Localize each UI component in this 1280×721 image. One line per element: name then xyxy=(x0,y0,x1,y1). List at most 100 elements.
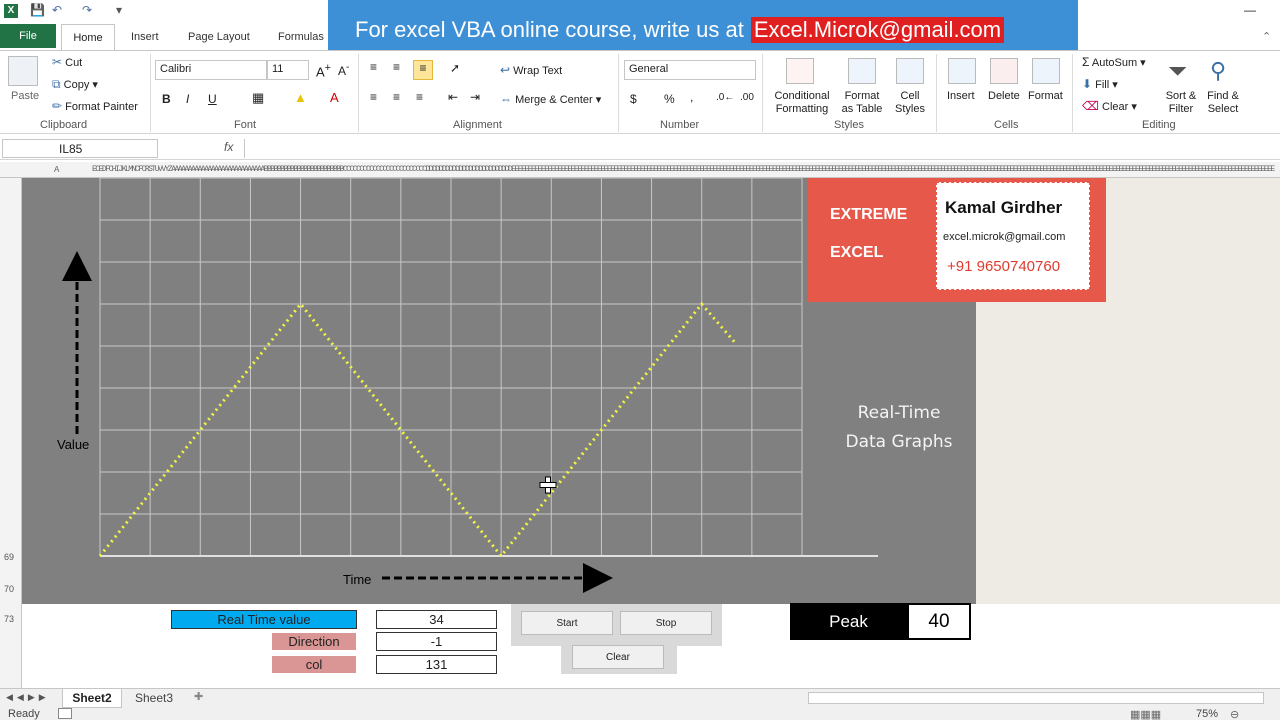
increase-indent-icon[interactable]: ⇥ xyxy=(470,90,480,104)
delete-cells-button[interactable]: Delete xyxy=(988,90,1020,102)
find-select-button[interactable]: Find & Select xyxy=(1202,90,1244,116)
cell-styles-button[interactable]: Cell Styles xyxy=(890,90,930,116)
wrap-text-button[interactable]: ↩ Wrap Text xyxy=(500,63,562,77)
fill-label: Fill xyxy=(1095,79,1110,91)
undo-icon[interactable]: ↶ xyxy=(52,3,62,17)
percent-button[interactable]: % xyxy=(664,92,675,106)
caption-line-1: Real-Time xyxy=(858,403,941,423)
comma-button[interactable]: , xyxy=(690,90,693,104)
grow-font-icon[interactable]: A+ xyxy=(316,62,331,79)
cell-styles-icon xyxy=(896,58,924,84)
column-a-header[interactable]: A xyxy=(54,165,59,175)
status-ready: Ready xyxy=(8,708,40,720)
value-axis-label: Value xyxy=(57,437,89,452)
insert-cells-button[interactable]: Insert xyxy=(947,90,975,102)
fill-down-icon: ⬇ xyxy=(1082,77,1093,91)
divider xyxy=(358,54,359,132)
column-headers-compressed[interactable]: ECEDFCHIJKLMNCFCRSTUVVYZAAAAAAAAAAAAAAAA… xyxy=(92,165,1275,174)
align-right-icon[interactable]: ≡ xyxy=(416,90,423,104)
paste-button[interactable]: Paste xyxy=(11,90,39,102)
sheet-tab-bar: ◀◀▶▶ Sheet2 Sheet3 ✚ xyxy=(0,688,1280,708)
align-center-icon[interactable]: ≡ xyxy=(393,90,400,104)
redo-icon[interactable]: ↷ xyxy=(82,3,92,17)
macro-record-icon[interactable] xyxy=(58,708,72,719)
format-painter-label: Format Painter xyxy=(65,101,138,113)
sort-filter-icon: ⏷ xyxy=(1168,58,1188,85)
underline-button[interactable]: U xyxy=(208,92,217,106)
format-painter-button[interactable]: ✏ Format Painter xyxy=(52,99,138,113)
wrap-icon: ↩ xyxy=(500,63,511,77)
cut-button[interactable]: ✂ Cut xyxy=(52,55,82,69)
align-top-icon[interactable]: ≡ xyxy=(370,60,377,74)
cut-label: Cut xyxy=(65,57,83,69)
format-as-table-button[interactable]: Format as Table xyxy=(838,90,886,116)
row-70-header[interactable]: 70 xyxy=(4,584,14,594)
decrease-decimal-icon[interactable]: .00 xyxy=(740,92,754,103)
copy-label: Copy xyxy=(63,79,90,91)
direction-value-cell[interactable]: -1 xyxy=(376,632,497,651)
name-box[interactable]: IL85 xyxy=(2,139,158,158)
italic-button[interactable]: I xyxy=(186,92,189,106)
row-73-header[interactable]: 73 xyxy=(4,614,14,624)
merge-center-button[interactable]: ⇔ Merge & Center ▾ xyxy=(500,92,601,106)
bold-button[interactable]: B xyxy=(162,92,171,106)
fx-icon[interactable]: fx xyxy=(224,140,233,154)
sheet-tab-sheet3[interactable]: Sheet3 xyxy=(126,691,182,705)
increase-decimal-icon[interactable]: .0← xyxy=(716,92,734,103)
clear-chart-button[interactable]: Clear xyxy=(572,645,664,669)
sheet-nav-arrows-icon[interactable]: ◀◀▶▶ xyxy=(6,692,50,703)
banner-text: For excel VBA online course, write us at xyxy=(355,17,744,42)
borders-icon[interactable]: ▦ xyxy=(252,90,264,106)
clear-label: Clear xyxy=(1102,101,1129,113)
zoom-level[interactable]: 75% xyxy=(1196,708,1218,720)
zoom-out-icon[interactable]: ⊖ xyxy=(1230,708,1239,721)
fill-button[interactable]: ⬇ Fill ▾ xyxy=(1082,77,1118,91)
save-icon[interactable]: 💾 xyxy=(30,3,45,17)
align-middle-icon[interactable]: ≡ xyxy=(393,60,400,74)
font-name-select[interactable]: Calibri xyxy=(155,60,267,80)
tab-home[interactable]: Home xyxy=(61,24,115,51)
tab-file[interactable]: File xyxy=(0,24,56,48)
align-left-icon[interactable]: ≡ xyxy=(370,90,377,104)
align-bottom-icon[interactable]: ≡ xyxy=(413,60,433,80)
tab-page-layout[interactable]: Page Layout xyxy=(188,31,250,43)
logo-line-1: EXTREME xyxy=(830,206,908,223)
view-buttons-icon[interactable]: ▦▦▦ xyxy=(1130,708,1161,721)
currency-button[interactable]: $ xyxy=(630,92,637,106)
font-color-icon[interactable]: A xyxy=(330,90,339,105)
sort-filter-button[interactable]: Sort & Filter xyxy=(1160,90,1202,116)
clear-button[interactable]: ⌫ Clear ▾ xyxy=(1082,99,1137,113)
fill-color-icon[interactable]: ▲ xyxy=(294,90,307,105)
divider xyxy=(936,54,937,132)
tab-insert[interactable]: Insert xyxy=(131,31,159,43)
start-button[interactable]: Start xyxy=(521,611,613,635)
divider xyxy=(1072,54,1073,132)
col-value-cell[interactable]: 131 xyxy=(376,655,497,674)
orientation-icon[interactable]: ➚ xyxy=(450,61,460,75)
shrink-font-icon[interactable]: A- xyxy=(338,62,349,78)
decrease-indent-icon[interactable]: ⇤ xyxy=(448,90,458,104)
collapse-ribbon-icon[interactable]: ⌃ xyxy=(1262,30,1271,43)
contact-card: Kamal Girdher excel.microk@gmail.com +91… xyxy=(936,182,1090,290)
peak-value-cell[interactable]: 40 xyxy=(907,603,971,640)
copy-icon: ⧉ xyxy=(52,77,61,91)
format-cells-button[interactable]: Format xyxy=(1028,90,1063,102)
horizontal-scrollbar[interactable] xyxy=(808,692,1264,704)
font-size-select[interactable]: 11 xyxy=(267,60,309,80)
merge-icon: ⇔ xyxy=(500,92,512,106)
tab-formulas[interactable]: Formulas xyxy=(278,31,324,43)
row-69-header[interactable]: 69 xyxy=(4,552,14,562)
formula-input[interactable] xyxy=(244,139,1278,158)
minimize-button[interactable]: — xyxy=(1244,3,1256,17)
copy-button[interactable]: ⧉ Copy ▾ xyxy=(52,77,98,92)
eraser-icon: ⌫ xyxy=(1082,99,1099,113)
customize-toolbar-icon[interactable]: ▾ xyxy=(116,3,122,17)
stop-button[interactable]: Stop xyxy=(620,611,712,635)
real-time-value-cell[interactable]: 34 xyxy=(376,610,497,629)
conditional-formatting-button[interactable]: Conditional Formatting xyxy=(770,90,834,116)
new-sheet-icon[interactable]: ✚ xyxy=(194,690,203,703)
sheet-tab-sheet2[interactable]: Sheet2 xyxy=(62,689,122,708)
autosum-button[interactable]: Σ AutoSum ▾ xyxy=(1082,55,1146,69)
banner-email: Excel.Microk@gmail.com xyxy=(750,17,1005,43)
number-format-select[interactable]: General xyxy=(624,60,756,80)
